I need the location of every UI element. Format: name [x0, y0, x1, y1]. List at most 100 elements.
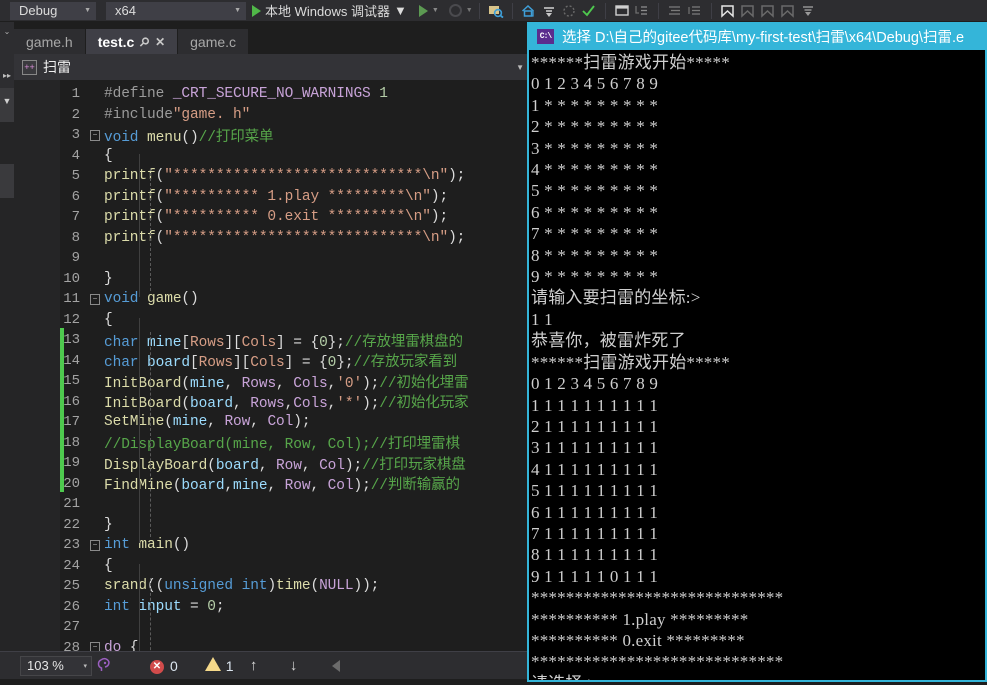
code-token: //初始化玩家: [379, 396, 469, 413]
code-line[interactable]: 10 }: [14, 269, 530, 290]
chevron-down-icon[interactable]: ▼: [516, 63, 524, 72]
zoom-level-combo[interactable]: 103 % ▾: [20, 655, 92, 676]
code-line[interactable]: 15 InitBoard(mine, Rows, Cols,'0');//初始化…: [14, 371, 530, 392]
console-title-bar[interactable]: C:\ 选择 D:\自己的gitee代码库\my-first-test\扫雷\x…: [529, 22, 985, 50]
code-text: void game(): [102, 291, 199, 307]
step-over-icon[interactable]: [539, 2, 559, 20]
code-line[interactable]: 18 //DisplayBoard(mine, Row, Col);//打印埋雷…: [14, 433, 530, 454]
chevron-down-icon[interactable]: ▼: [432, 7, 439, 14]
line-number: 20: [63, 475, 80, 492]
bookmark-2-icon[interactable]: [738, 2, 758, 20]
code-token: );: [430, 209, 449, 226]
start-debug-button[interactable]: 本地 Windows 调试器 ▼: [246, 1, 413, 20]
code-token: ,: [258, 457, 277, 474]
code-line[interactable]: 14 char board[Rows][Cols] = {0};//存放玩家看到: [14, 351, 530, 372]
line-number: 23: [63, 537, 80, 554]
next-issue-button[interactable]: ↓: [274, 657, 314, 674]
align-left-icon[interactable]: [665, 2, 685, 20]
code-line[interactable]: 17 SetMine(mine, Row, Col);: [14, 412, 530, 433]
code-line[interactable]: 6 printf("********** 1.play *********\n"…: [14, 187, 530, 208]
code-line[interactable]: 23− int main(): [14, 535, 530, 556]
rail-dropdown-button[interactable]: ▼: [0, 88, 14, 122]
chevron-down-icon[interactable]: ▼: [466, 7, 473, 14]
chevron-down-icon: ▼: [84, 7, 91, 14]
code-editor[interactable]: 1 #define _CRT_SECURE_NO_WARNINGS 12 #in…: [14, 80, 530, 662]
console-window[interactable]: C:\ 选择 D:\自己的gitee代码库\my-first-test\扫雷\x…: [527, 22, 987, 682]
code-line[interactable]: 19 DisplayBoard(board, Row, Col);//打印玩家棋…: [14, 453, 530, 474]
code-line[interactable]: 25 srand((unsigned int)time(NULL));: [14, 576, 530, 597]
code-line[interactable]: 27: [14, 617, 530, 638]
fold-toggle-icon[interactable]: −: [88, 539, 102, 551]
line-number: 11: [63, 291, 80, 308]
fold-toggle-icon[interactable]: −: [88, 293, 102, 305]
unsaved-change-marker: [60, 471, 64, 492]
step-into-icon[interactable]: [559, 2, 579, 20]
line-number: 9: [71, 250, 80, 267]
code-token: =: [181, 598, 208, 615]
rail-expand-button[interactable]: ▸▸: [0, 62, 14, 88]
warning-icon[interactable]: [200, 657, 226, 674]
console-line: ******扫雷游戏开始*****: [531, 53, 730, 72]
code-line[interactable]: 24 {: [14, 556, 530, 577]
breadcrumb-project-label[interactable]: 扫雷: [43, 57, 71, 77]
code-token: "*****************************\n": [164, 168, 449, 185]
tab-game-h[interactable]: game.h: [14, 29, 85, 54]
bookmark-3-icon[interactable]: [758, 2, 778, 20]
code-token: "game. h": [172, 106, 251, 123]
tab-test-c[interactable]: test.c ⚲ ✕: [85, 29, 178, 54]
code-token: menu: [147, 129, 182, 146]
previous-issue-button[interactable]: ↑: [234, 657, 274, 674]
rail-solution-explorer-tab[interactable]: ⌄: [0, 22, 14, 62]
code-line[interactable]: 2 #include"game. h": [14, 105, 530, 126]
fold-toggle-icon[interactable]: −: [88, 129, 102, 141]
code-line[interactable]: 13 char mine[Rows][Cols] = {0};//存放埋雷棋盘的: [14, 330, 530, 351]
code-line[interactable]: 9: [14, 248, 530, 269]
tab-label: test.c: [97, 33, 135, 50]
code-line[interactable]: 8 printf("*****************************\…: [14, 228, 530, 249]
code-line[interactable]: 20 FindMine(board,mine, Row, Col);//判断输赢…: [14, 474, 530, 495]
rail-panel-a[interactable]: [0, 122, 14, 164]
code-line[interactable]: 22 }: [14, 515, 530, 536]
home-icon[interactable]: [519, 2, 539, 20]
error-icon[interactable]: ✕: [144, 657, 170, 674]
find-in-files-icon[interactable]: [486, 2, 506, 20]
code-line[interactable]: 1 #define _CRT_SECURE_NO_WARNINGS 1: [14, 84, 530, 105]
code-line[interactable]: 11− void game(): [14, 289, 530, 310]
pin-icon[interactable]: ⚲: [137, 33, 153, 49]
configuration-combo[interactable]: Debug ▼: [10, 1, 96, 20]
code-line[interactable]: 4 {: [14, 146, 530, 167]
bookmark-4-icon[interactable]: [778, 2, 798, 20]
check-icon[interactable]: [579, 2, 599, 20]
code-token: ][: [233, 355, 251, 372]
code-line[interactable]: 5 printf("*****************************\…: [14, 166, 530, 187]
code-line[interactable]: 7 printf("********** 0.exit *********\n"…: [14, 207, 530, 228]
code-line[interactable]: 12 {: [14, 310, 530, 331]
platform-combo[interactable]: x64 ▼: [106, 1, 246, 20]
code-token: [: [190, 355, 199, 372]
brain-icon[interactable]: [92, 656, 118, 676]
code-token: unsigned int: [164, 578, 268, 595]
code-token: _CRT_SECURE_NO_WARNINGS: [172, 86, 371, 103]
bookmark-drop-icon[interactable]: [798, 2, 818, 20]
console-line: 0 1 2 3 4 5 6 7 8 9: [531, 74, 659, 94]
play-outline-icon[interactable]: [418, 4, 428, 17]
bookmark-1-icon[interactable]: [718, 2, 738, 20]
rail-panel-b[interactable]: [0, 164, 14, 198]
align-right-icon[interactable]: [685, 2, 705, 20]
code-line[interactable]: 26 int input = 0;: [14, 597, 530, 618]
window-icon[interactable]: [612, 2, 632, 20]
close-icon[interactable]: ✕: [155, 35, 165, 49]
collapse-left-icon[interactable]: [331, 659, 340, 672]
code-token: ,: [250, 414, 268, 431]
console-line: 1 1: [531, 309, 553, 329]
stop-circle-icon[interactable]: [448, 4, 462, 17]
code-line[interactable]: 21: [14, 494, 530, 515]
code-line[interactable]: 3− void menu()//打印菜单: [14, 125, 530, 146]
chevron-down-icon[interactable]: ▼: [394, 3, 407, 18]
code-line[interactable]: 16 InitBoard(board, Rows,Cols,'*');//初始化…: [14, 392, 530, 413]
list-icon[interactable]: [632, 2, 652, 20]
rail-panel-c[interactable]: [0, 198, 14, 638]
tab-game-c[interactable]: game.c: [178, 29, 249, 54]
tab-label: game.h: [26, 33, 73, 50]
